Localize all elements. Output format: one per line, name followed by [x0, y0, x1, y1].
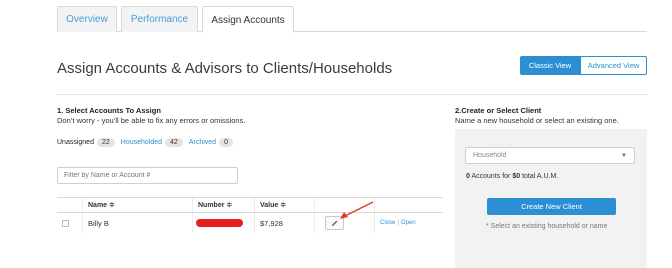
account-filters: Unassigned 22 Householded 42 Archived 0	[57, 138, 236, 147]
tab-bar: Overview Performance Assign Accounts	[57, 6, 647, 33]
section2-subtitle: Name a new household or select an existi…	[455, 116, 619, 125]
create-new-client-button[interactable]: Create New Client	[487, 198, 616, 215]
tab-performance[interactable]: Performance	[121, 6, 198, 32]
section2-title: 2.Create or Select Client	[455, 106, 542, 115]
filter-unassigned[interactable]: Unassigned	[57, 139, 94, 146]
tab-assign-accounts[interactable]: Assign Accounts	[202, 6, 294, 33]
section1-subtitle: Don’t worry - you’ll be able to fix any …	[57, 116, 246, 125]
aum-summary: 0 Accounts for $0 total A.U.M.	[466, 173, 558, 180]
tab-overview-label: Overview	[66, 14, 108, 25]
householded-count-badge: 42	[165, 138, 183, 147]
tab-assign-accounts-label: Assign Accounts	[211, 14, 285, 26]
archived-count-badge: 0	[219, 138, 233, 147]
redaction-mark	[196, 219, 243, 227]
section1-title: 1. Select Accounts To Assign	[57, 106, 161, 115]
aum-text-mid: Accounts for	[471, 173, 511, 180]
aum-text-suffix: total A.U.M.	[522, 173, 559, 180]
chevron-down-icon: ▼	[621, 152, 627, 159]
link-separator: |	[397, 220, 399, 226]
filter-archived[interactable]: Archived	[189, 139, 216, 146]
unassigned-count-badge: 22	[96, 138, 115, 147]
page-title: Assign Accounts & Advisors to Clients/Ho…	[57, 60, 393, 77]
classic-view-button[interactable]: Classic View	[520, 56, 580, 75]
row-select-cell	[57, 213, 83, 233]
household-select[interactable]: Household ▼	[465, 147, 635, 164]
divider	[57, 94, 647, 95]
header-name[interactable]: Name ≑	[83, 198, 193, 212]
annotation-arrow-icon	[340, 201, 374, 219]
table-header: Name ≑ Number ≑ Value ≑	[57, 198, 443, 213]
close-link[interactable]: Close	[380, 220, 395, 226]
accounts-table: Name ≑ Number ≑ Value ≑ Billy B $7,928 C…	[57, 197, 443, 233]
account-count: 0	[466, 173, 470, 180]
header-value[interactable]: Value ≑	[255, 198, 315, 212]
row-checkbox[interactable]	[62, 219, 69, 227]
open-link[interactable]: Open	[401, 220, 416, 226]
client-panel: Household ▼ 0 Accounts for $0 total A.U.…	[455, 129, 647, 268]
tab-performance-label: Performance	[130, 14, 189, 25]
aum-amount: $0	[512, 173, 521, 180]
household-select-value: Household	[473, 152, 507, 159]
table-row: Billy B $7,928 Close | Open	[57, 213, 443, 233]
search-input[interactable]	[57, 167, 238, 184]
account-value: $7,928	[255, 213, 315, 233]
row-actions: Close | Open	[375, 213, 443, 233]
advanced-view-button[interactable]: Advanced View	[580, 56, 647, 75]
header-number[interactable]: Number ≑	[193, 198, 255, 212]
tab-overview[interactable]: Overview	[57, 6, 117, 32]
account-number-cell	[193, 213, 255, 233]
header-select	[57, 198, 83, 212]
account-name: Billy B	[83, 213, 193, 233]
client-hint: * Select an existing household or name	[486, 223, 608, 230]
filter-householded[interactable]: Householded	[121, 139, 162, 146]
header-actions	[375, 198, 443, 212]
view-toggle: Classic View Advanced View	[520, 56, 647, 75]
